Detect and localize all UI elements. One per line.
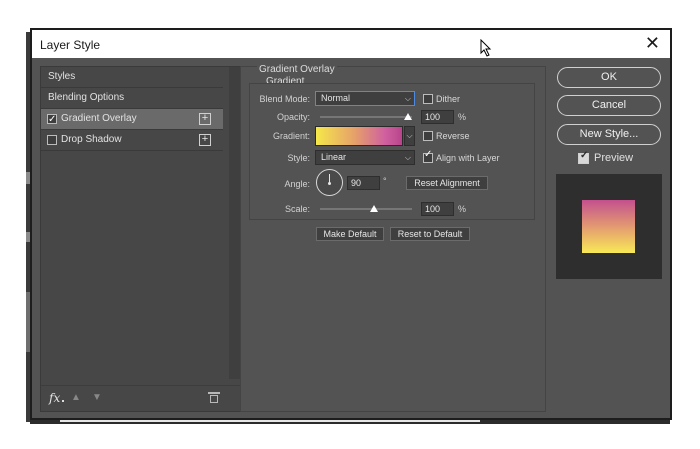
- preview-checkbox[interactable]: [578, 150, 589, 164]
- trash-icon[interactable]: [208, 391, 220, 403]
- blending-options-item[interactable]: Blending Options: [41, 88, 223, 108]
- ok-button[interactable]: OK: [557, 67, 661, 88]
- reset-to-default-button[interactable]: Reset to Default: [390, 227, 470, 241]
- cancel-button[interactable]: Cancel: [557, 95, 661, 116]
- blend-mode-value: Normal: [321, 93, 351, 103]
- blend-mode-select[interactable]: Normal ⌵: [315, 91, 415, 106]
- degree-unit: °: [383, 176, 387, 186]
- scale-slider-track[interactable]: [320, 208, 412, 210]
- fx-menu-indicator-icon: [62, 400, 64, 402]
- new-style-button[interactable]: New Style...: [557, 124, 661, 145]
- add-gradient-overlay-icon[interactable]: +: [199, 113, 211, 125]
- reset-alignment-button[interactable]: Reset Alignment: [406, 176, 488, 190]
- styles-list-panel: Styles Blending Options Gradient Overlay…: [40, 66, 242, 412]
- style-select[interactable]: Linear ⌵: [315, 150, 415, 165]
- gradient-overlay-checkbox[interactable]: [47, 110, 57, 130]
- scale-input[interactable]: 100: [421, 202, 454, 216]
- fx-icon[interactable]: fx: [49, 391, 60, 405]
- style-preview-swatch: [582, 200, 635, 253]
- scale-label: Scale:: [284, 204, 310, 214]
- gradient-overlay-item[interactable]: Gradient Overlay +: [41, 109, 223, 130]
- gradient-overlay-label: Gradient Overlay: [61, 113, 137, 124]
- trash-lid: [208, 392, 220, 394]
- angle-dial-center: [328, 182, 331, 185]
- chevron-down-icon: ⌵: [404, 94, 411, 103]
- blend-mode-label: Blend Mode:: [259, 94, 310, 104]
- scale-unit: %: [458, 204, 467, 214]
- add-drop-shadow-icon[interactable]: +: [199, 134, 211, 146]
- align-with-layer-checkbox[interactable]: [423, 149, 433, 163]
- styles-label: Styles: [48, 71, 76, 82]
- move-down-icon[interactable]: ▼: [92, 392, 102, 403]
- dither-label: Dither: [436, 94, 461, 104]
- dither-checkbox[interactable]: [423, 94, 433, 104]
- angle-label: Angle:: [284, 179, 310, 189]
- preview-label: Preview: [594, 152, 634, 164]
- reverse-checkbox[interactable]: [423, 131, 433, 141]
- layer-style-dialog: Layer Style ✕ Styles Blending Options Gr…: [30, 28, 672, 420]
- blending-options-label: Blending Options: [48, 92, 125, 103]
- chevron-down-icon: ⌵: [404, 153, 411, 162]
- move-up-icon[interactable]: ▲: [71, 392, 81, 403]
- chevron-down-icon: ⌵: [406, 131, 413, 140]
- gradient-overlay-group-title: Gradient Overlay: [257, 64, 337, 75]
- gradient-picker-swatch[interactable]: [315, 126, 403, 146]
- style-label: Style:: [287, 153, 310, 163]
- style-value: Linear: [321, 152, 347, 162]
- mouse-cursor-icon: [480, 39, 492, 57]
- opacity-slider-handle[interactable]: [404, 113, 412, 120]
- reverse-label: Reverse: [436, 131, 470, 141]
- drop-shadow-checkbox[interactable]: [47, 135, 57, 145]
- opacity-unit: %: [458, 112, 467, 122]
- dialog-title: Layer Style: [40, 38, 101, 52]
- title-bar[interactable]: Layer Style ✕: [32, 30, 670, 58]
- opacity-label: Opacity:: [276, 112, 310, 122]
- close-icon[interactable]: ✕: [645, 33, 660, 53]
- drop-shadow-label: Drop Shadow: [61, 134, 122, 145]
- styles-header-item[interactable]: Styles: [41, 67, 223, 87]
- gradient-picker-dropdown[interactable]: ⌵: [404, 126, 415, 146]
- align-with-layer-label: Align with Layer: [436, 153, 500, 163]
- angle-input[interactable]: 90: [347, 176, 380, 190]
- scale-slider-handle[interactable]: [370, 205, 378, 212]
- divider: [41, 150, 223, 151]
- trash-can: [210, 395, 218, 403]
- angle-dial[interactable]: [316, 169, 343, 196]
- style-preview-box: [556, 174, 662, 279]
- make-default-button[interactable]: Make Default: [316, 227, 384, 241]
- opacity-slider-track[interactable]: [320, 116, 412, 118]
- styles-list-footer: fx ▲ ▼: [41, 385, 241, 411]
- gradient-label: Gradient:: [272, 131, 310, 141]
- drop-shadow-item[interactable]: Drop Shadow +: [41, 130, 223, 150]
- opacity-input[interactable]: 100: [421, 110, 454, 124]
